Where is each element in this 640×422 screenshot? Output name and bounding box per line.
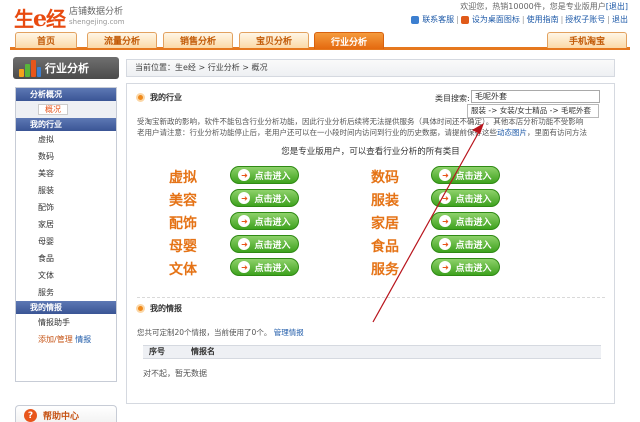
tab-traffic[interactable]: 流量分析 — [87, 32, 157, 48]
sidebar-item-intel-assistant[interactable]: 情报助手 — [16, 314, 116, 331]
category-food: 食品 — [371, 239, 399, 255]
desktop-shortcut-link[interactable]: 设为桌面图标 — [472, 14, 520, 25]
sidebar-item-services[interactable]: 服务 — [16, 284, 116, 301]
arrow-right-icon: ➜ — [439, 169, 452, 181]
sidebar-head-my-intel: 我的情报 — [16, 301, 116, 314]
sidebar-item-baby[interactable]: 母婴 — [16, 233, 116, 250]
tab-mobile-taobao[interactable]: 手机淘宝 — [547, 32, 627, 48]
category-sports: 文体 — [169, 262, 197, 278]
site-logo[interactable]: 生e经 店铺数据分析 shengejing.com — [14, 4, 125, 32]
sub-account-link[interactable]: 授权子账号 — [565, 14, 605, 25]
guide-link[interactable]: 使用指南 — [527, 14, 559, 25]
enter-button-sports[interactable]: ➜ 点击进入 — [230, 258, 299, 276]
intel-table-header: 序号 情报名 — [143, 345, 601, 359]
arrow-right-icon: ➜ — [238, 192, 251, 204]
sidebar-title: 行业分析 — [13, 57, 119, 79]
category-beauty: 美容 — [169, 193, 197, 209]
desktop-icon — [460, 15, 469, 24]
arrow-right-icon: ➜ — [238, 169, 251, 181]
sidebar-item-home[interactable]: 家居 — [16, 216, 116, 233]
arrow-right-icon: ➜ — [439, 261, 452, 273]
enter-button-clothing[interactable]: ➜ 点击进入 — [431, 189, 500, 207]
top-links: 联系客服 | 设为桌面图标 | 使用指南 | 授权子账号 | 退出 — [411, 14, 628, 25]
enter-button-baby[interactable]: ➜ 点击进入 — [230, 235, 299, 253]
search-suggestion[interactable]: 服装 -> 女装/女士精品 -> 毛呢外套 — [467, 104, 599, 118]
empty-message: 对不起，暂无数据 — [143, 369, 207, 378]
help-icon: ? — [24, 409, 37, 422]
logo-mark: 生e经 — [14, 5, 66, 32]
section-bullet-icon — [136, 93, 145, 102]
arrow-right-icon: ➜ — [439, 215, 452, 227]
logout-link[interactable]: 退出 — [612, 14, 628, 25]
intel-quota-text: 您共可定制20个情报，当前使用了0个。 管理情报 — [137, 328, 304, 337]
my-industry-title: 我的行业 — [136, 92, 182, 103]
tab-sales[interactable]: 销售分析 — [163, 32, 233, 48]
pro-user-text: 您是专业版用户，可以查看行业分析的所有类目 — [281, 147, 460, 157]
tab-home[interactable]: 首页 — [15, 32, 77, 48]
intel-table: 序号 情报名 对不起，暂无数据 — [143, 345, 601, 379]
logo-subtitle: 店铺数据分析 shengejing.com — [69, 7, 125, 26]
category-baby: 母婴 — [169, 239, 197, 255]
sidebar-item-virtual[interactable]: 虚拟 — [16, 131, 116, 148]
sidebar-item-food[interactable]: 食品 — [16, 250, 116, 267]
logout-link-top[interactable]: [退出] — [606, 2, 628, 11]
service-icon — [411, 15, 420, 24]
dynamic-image-link[interactable]: 动态图片 — [497, 128, 527, 137]
category-services: 服务 — [371, 262, 399, 278]
col-index: 序号 — [149, 347, 165, 356]
tab-industry[interactable]: 行业分析 — [314, 32, 384, 49]
category-virtual: 虚拟 — [169, 170, 197, 186]
category-accessories: 配饰 — [169, 216, 197, 232]
my-intel-title: 我的情报 — [136, 303, 182, 314]
sidebar-item-sports[interactable]: 文体 — [16, 267, 116, 284]
main-nav: 首页 流量分析 销售分析 宝贝分析 行业分析 手机淘宝 — [10, 32, 630, 50]
category-search-label: 类目搜索: — [435, 94, 470, 103]
manage-intel-link[interactable]: 管理情报 — [274, 328, 304, 337]
enter-button-accessories[interactable]: ➜ 点击进入 — [230, 212, 299, 230]
help-center[interactable]: ? 帮助中心 — [15, 405, 117, 422]
enter-button-beauty[interactable]: ➜ 点击进入 — [230, 189, 299, 207]
sidebar-item-manage-intel[interactable]: 添加/管理 情报 — [16, 331, 116, 348]
category-search-input[interactable] — [471, 90, 600, 103]
sidebar-menu: 分析概况 概况 我的行业 虚拟 数码 美容 服装 配饰 家居 母婴 食品 文体 … — [15, 87, 117, 382]
arrow-right-icon: ➜ — [439, 238, 452, 250]
bar-chart-icon — [19, 59, 41, 77]
enter-button-home[interactable]: ➜ 点击进入 — [431, 212, 500, 230]
arrow-right-icon: ➜ — [238, 238, 251, 250]
enter-button-food[interactable]: ➜ 点击进入 — [431, 235, 500, 253]
sidebar-item-clothing[interactable]: 服装 — [16, 182, 116, 199]
sidebar-head-overview: 分析概况 — [16, 88, 116, 101]
category-digital: 数码 — [371, 170, 399, 186]
enter-button-virtual[interactable]: ➜ 点击进入 — [230, 166, 299, 184]
category-home: 家居 — [371, 216, 399, 232]
arrow-right-icon: ➜ — [238, 215, 251, 227]
sidebar-item-digital[interactable]: 数码 — [16, 148, 116, 165]
notice-text: 受淘宝新政的影响，软件不能包含行业分析功能，因此行业分析后续将无法提供服务（具体… — [137, 117, 587, 137]
sidebar-item-accessories[interactable]: 配饰 — [16, 199, 116, 216]
tab-items[interactable]: 宝贝分析 — [239, 32, 309, 48]
sidebar-item-beauty[interactable]: 美容 — [16, 165, 116, 182]
breadcrumb: 当前位置：生e经 > 行业分析 > 概况 — [126, 59, 615, 77]
sidebar-head-my-industry: 我的行业 — [16, 118, 116, 131]
enter-button-digital[interactable]: ➜ 点击进入 — [431, 166, 500, 184]
enter-button-services[interactable]: ➜ 点击进入 — [431, 258, 500, 276]
col-intel-name: 情报名 — [191, 347, 215, 356]
category-clothing: 服装 — [371, 193, 399, 209]
main-panel: 我的行业 类目搜索: 服装 -> 女装/女士精品 -> 毛呢外套 受淘宝新政的影… — [126, 83, 615, 404]
contact-service-link[interactable]: 联系客服 — [422, 14, 454, 25]
section-bullet-icon — [136, 304, 145, 313]
sidebar-item-overview[interactable]: 概况 — [16, 101, 116, 118]
welcome-text: 欢迎您，热销10000件，您是专业版用户[退出] — [460, 2, 628, 11]
section-divider — [137, 297, 605, 298]
arrow-right-icon: ➜ — [238, 261, 251, 273]
top-bar: 欢迎您，热销10000件，您是专业版用户[退出] 联系客服 | 设为桌面图标 | 使… — [411, 1, 628, 25]
arrow-right-icon: ➜ — [439, 192, 452, 204]
